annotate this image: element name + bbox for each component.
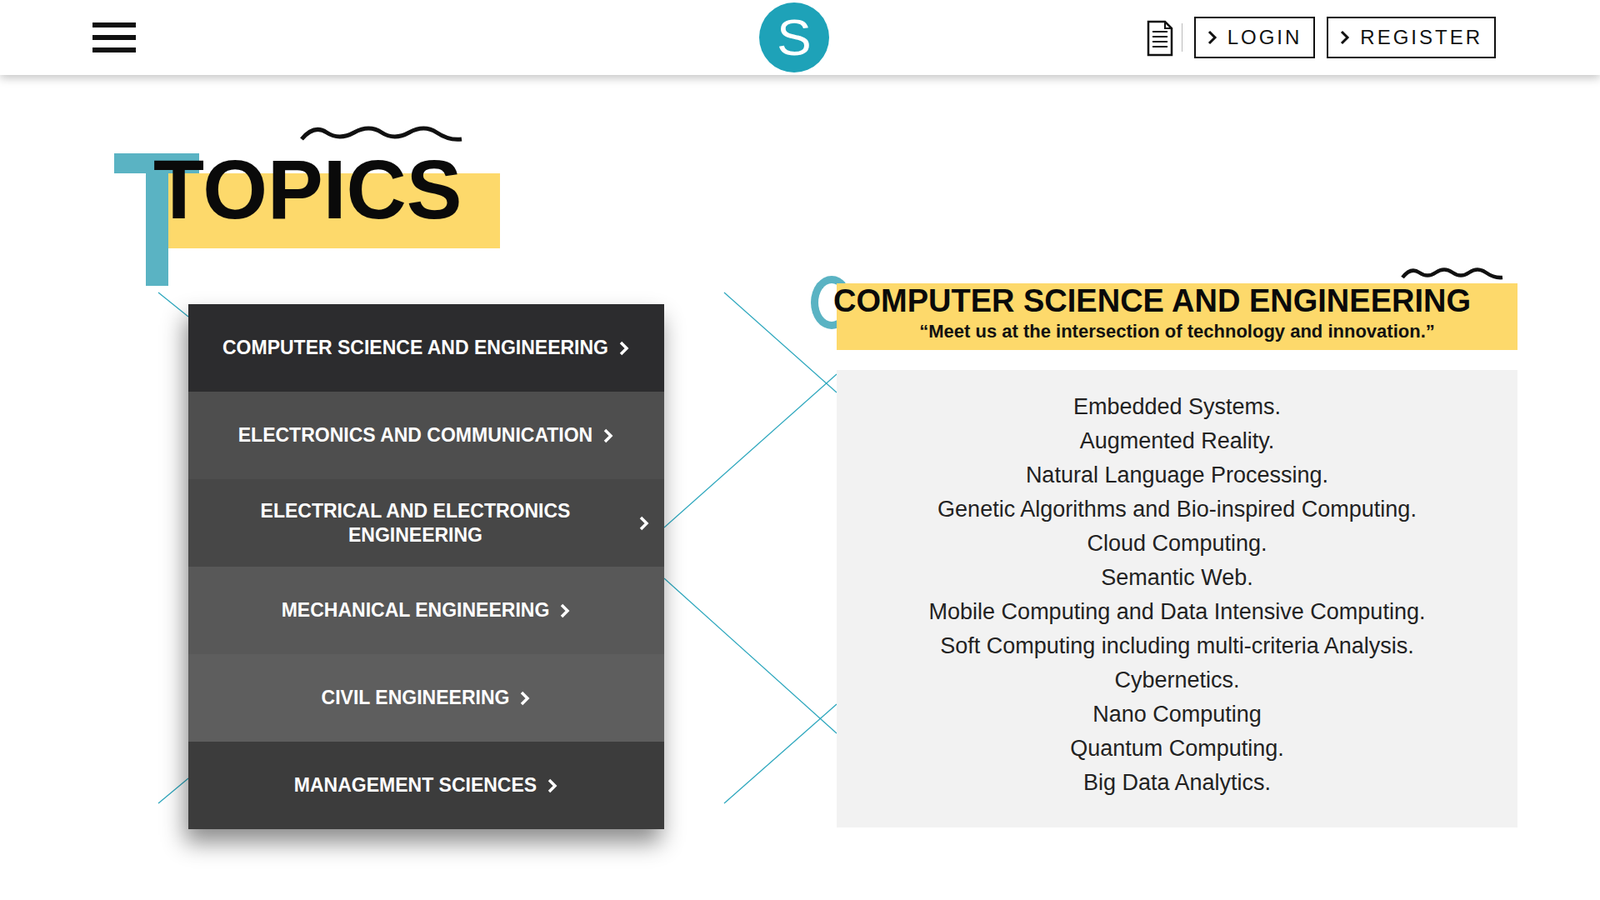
chevron-right-icon	[618, 340, 630, 357]
topics-column: TOPICSCOMPUTER SCIENCE AND ENGINEERINGEL…	[114, 122, 665, 830]
subject-item: Cybernetics.	[1114, 663, 1240, 698]
header-button[interactable]: LOGIN	[1194, 16, 1316, 59]
subject-item: Cloud Computing.	[1086, 526, 1267, 561]
subject-item: Nano Computing	[1092, 697, 1262, 732]
detail-tagline: “Meet us at the intersection of technolo…	[845, 320, 1510, 345]
subject-item: Augmented Reality.	[1080, 424, 1275, 459]
subject-item: Natural Language Processing.	[1025, 458, 1329, 493]
topic-item[interactable]: ELECTRICAL AND ELECTRONICS ENGINEERING	[188, 479, 665, 567]
subject-item: Genetic Algorithms and Bio-inspired Comp…	[937, 492, 1417, 527]
chevron-right-icon	[602, 427, 615, 445]
chevron-right-icon	[1340, 30, 1350, 45]
topic-item[interactable]: MANAGEMENT SCIENCES	[188, 741, 665, 830]
chevron-right-icon	[559, 602, 571, 620]
topic-item[interactable]: CIVIL ENGINEERING	[188, 654, 665, 742]
document-icon[interactable]	[1146, 18, 1174, 57]
detail-title: COMPUTER SCIENCE AND ENGINEERING	[833, 283, 1510, 320]
topic-item[interactable]: COMPUTER SCIENCE AND ENGINEERING	[188, 304, 665, 392]
topic-item[interactable]: MECHANICAL ENGINEERING	[188, 566, 665, 655]
chevron-right-icon	[638, 515, 650, 532]
header-divider	[1181, 23, 1183, 52]
topic-list: COMPUTER SCIENCE AND ENGINEERINGELECTRON…	[188, 304, 665, 830]
subject-item: Big Data Analytics.	[1083, 765, 1271, 800]
subject-panel: Embedded Systems.Augmented Reality.Natur…	[836, 370, 1518, 828]
chevron-right-icon	[519, 690, 531, 707]
topic-item[interactable]: ELECTRONICS AND COMMUNICATION	[188, 391, 665, 480]
detail-heading: COMPUTER SCIENCE AND ENGINEERING“Meet us…	[836, 283, 1518, 350]
subject-item: Mobile Computing and Data Intensive Comp…	[929, 595, 1426, 630]
zigzag-icon	[299, 122, 465, 143]
subject-item: Embedded Systems.	[1073, 390, 1281, 425]
zigzag-icon	[1400, 265, 1505, 280]
topic-detail: COMPUTER SCIENCE AND ENGINEERING“Meet us…	[810, 122, 1518, 830]
main-content: TOPICSCOMPUTER SCIENCE AND ENGINEERINGEL…	[0, 75, 1600, 863]
hamburger-menu-icon[interactable]	[92, 20, 136, 55]
subject-item: Semantic Web.	[1100, 560, 1254, 595]
site-logo[interactable]: S	[759, 2, 830, 73]
page-title: TOPICS	[153, 147, 462, 231]
subject-item: Soft Computing including multi-criteria …	[940, 629, 1415, 664]
chevron-right-icon	[546, 777, 559, 795]
page-title-block: TOPICS	[114, 122, 500, 286]
topics-page: S LOGINREGISTER TOPICS COMPUTER SCIENCE AND…	[0, 0, 1600, 900]
header-button[interactable]: REGISTER	[1326, 16, 1496, 59]
chevron-right-icon	[1207, 30, 1218, 45]
top-bar: S LOGINREGISTER	[0, 0, 1600, 75]
subject-item: Quantum Computing.	[1070, 731, 1285, 766]
